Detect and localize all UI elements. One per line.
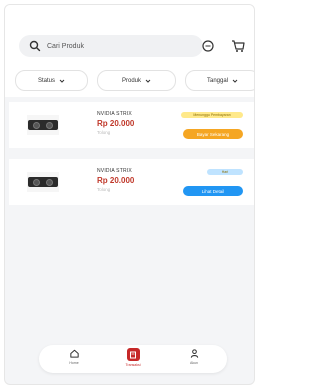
order-card[interactable]: NVIDIA STRIX Rp 20.000 Tolong Menunggu P…	[9, 102, 254, 148]
filter-bar: Status Produk Tanggal	[15, 70, 254, 91]
filter-status[interactable]: Status	[15, 70, 88, 91]
product-image	[27, 115, 59, 135]
home-icon	[69, 349, 79, 358]
status-badge: Hari	[207, 169, 243, 175]
cart-icon[interactable]	[231, 39, 245, 53]
filter-produk[interactable]: Produk	[97, 70, 176, 91]
search-icon	[29, 40, 41, 52]
nav-akun-label: Akun	[190, 361, 198, 365]
filter-produk-label: Produk	[121, 77, 141, 84]
phone-screen: Cari Produk Status Produk Tanggal NVIDIA…	[4, 4, 255, 385]
product-location: Tolong	[97, 187, 111, 192]
nav-home[interactable]: Home	[59, 348, 89, 370]
more-options-icon[interactable]: ⋮	[251, 167, 254, 175]
product-name: NVIDIA STRIX	[97, 111, 132, 117]
nav-home-label: Home	[69, 361, 79, 365]
chevron-down-icon	[145, 79, 151, 83]
transaction-icon	[126, 348, 140, 361]
product-price: Rp 20.000	[97, 176, 135, 185]
filter-status-label: Status	[37, 77, 55, 84]
product-image	[27, 172, 59, 192]
chevron-down-icon	[232, 79, 238, 83]
bottom-navigation: Home Transaksi Akun	[39, 345, 227, 373]
product-price: Rp 20.000	[97, 119, 135, 128]
order-card[interactable]: NVIDIA STRIX Rp 20.000 Tolong Hari ⋮ Lih…	[9, 159, 254, 205]
chevron-down-icon	[59, 79, 65, 83]
gpu-image	[28, 177, 58, 187]
status-badge: Menunggu Pembayaran	[181, 112, 243, 118]
nav-akun[interactable]: Akun	[179, 348, 209, 370]
account-icon	[190, 349, 198, 358]
filter-tanggal-label: Tanggal	[206, 77, 229, 84]
product-name: NVIDIA STRIX	[97, 168, 132, 174]
top-bar: Cari Produk Status Produk Tanggal	[5, 5, 254, 97]
more-options-icon[interactable]: ⋮	[251, 110, 254, 118]
gpu-image	[28, 120, 58, 130]
chat-bubble-icon[interactable]	[201, 39, 215, 53]
search-placeholder: Cari Produk	[47, 42, 84, 50]
nav-transaksi-label: Transaksi	[125, 363, 141, 367]
product-location: Tolong	[97, 130, 111, 135]
view-detail-button[interactable]: Lihat Detail	[183, 186, 243, 196]
pay-now-button[interactable]: Bayar Sekarang	[183, 129, 243, 139]
search-input[interactable]: Cari Produk	[19, 35, 203, 57]
nav-transaksi[interactable]: Transaksi	[118, 348, 148, 370]
filter-tanggal[interactable]: Tanggal	[185, 70, 254, 91]
